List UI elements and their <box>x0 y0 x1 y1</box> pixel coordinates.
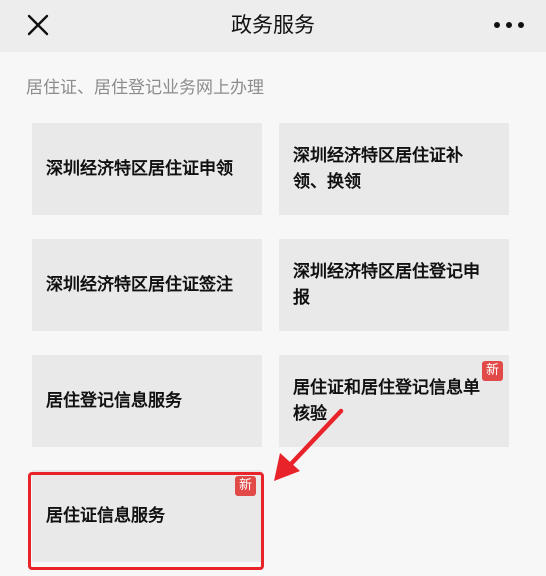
tile-label: 深圳经济特区居住证申领 <box>46 159 233 179</box>
tile-residence-permit-info-service[interactable]: 居住证信息服务 新 <box>32 470 262 562</box>
more-options-button[interactable] <box>490 12 528 38</box>
page-title: 政务服务 <box>231 13 315 37</box>
tile-label: 深圳经济特区居住证签注 <box>46 275 233 295</box>
content-area: 居住证、居住登记业务网上办理 深圳经济特区居住证申领 深圳经济特区居住证补领、换… <box>0 52 546 576</box>
tile-label: 居住证信息服务 <box>46 506 165 526</box>
close-icon <box>27 14 49 36</box>
tile-residence-registration-declare[interactable]: 深圳经济特区居住登记申报 <box>279 239 509 331</box>
section-title: 居住证、居住登记业务网上办理 <box>26 78 264 98</box>
tile-label: 深圳经济特区居住登记申报 <box>293 262 480 308</box>
tile-residence-permit-apply[interactable]: 深圳经济特区居住证申领 <box>32 123 262 215</box>
top-bar: 政务服务 <box>0 0 546 52</box>
new-badge: 新 <box>234 476 256 496</box>
new-badge: 新 <box>481 361 503 381</box>
tile-label: 居住登记信息服务 <box>46 391 182 411</box>
close-button[interactable] <box>22 9 54 41</box>
more-dots-icon <box>494 22 524 28</box>
tile-registration-info-service[interactable]: 居住登记信息服务 <box>32 355 262 447</box>
tile-label: 居住证和居住登记信息单核验 <box>293 378 480 424</box>
tile-residence-permit-reissue[interactable]: 深圳经济特区居住证补领、换领 <box>279 123 509 215</box>
tile-permit-registration-verify[interactable]: 居住证和居住登记信息单核验 新 <box>279 355 509 447</box>
tile-label: 深圳经济特区居住证补领、换领 <box>293 146 463 192</box>
tile-residence-permit-endorse[interactable]: 深圳经济特区居住证签注 <box>32 239 262 331</box>
